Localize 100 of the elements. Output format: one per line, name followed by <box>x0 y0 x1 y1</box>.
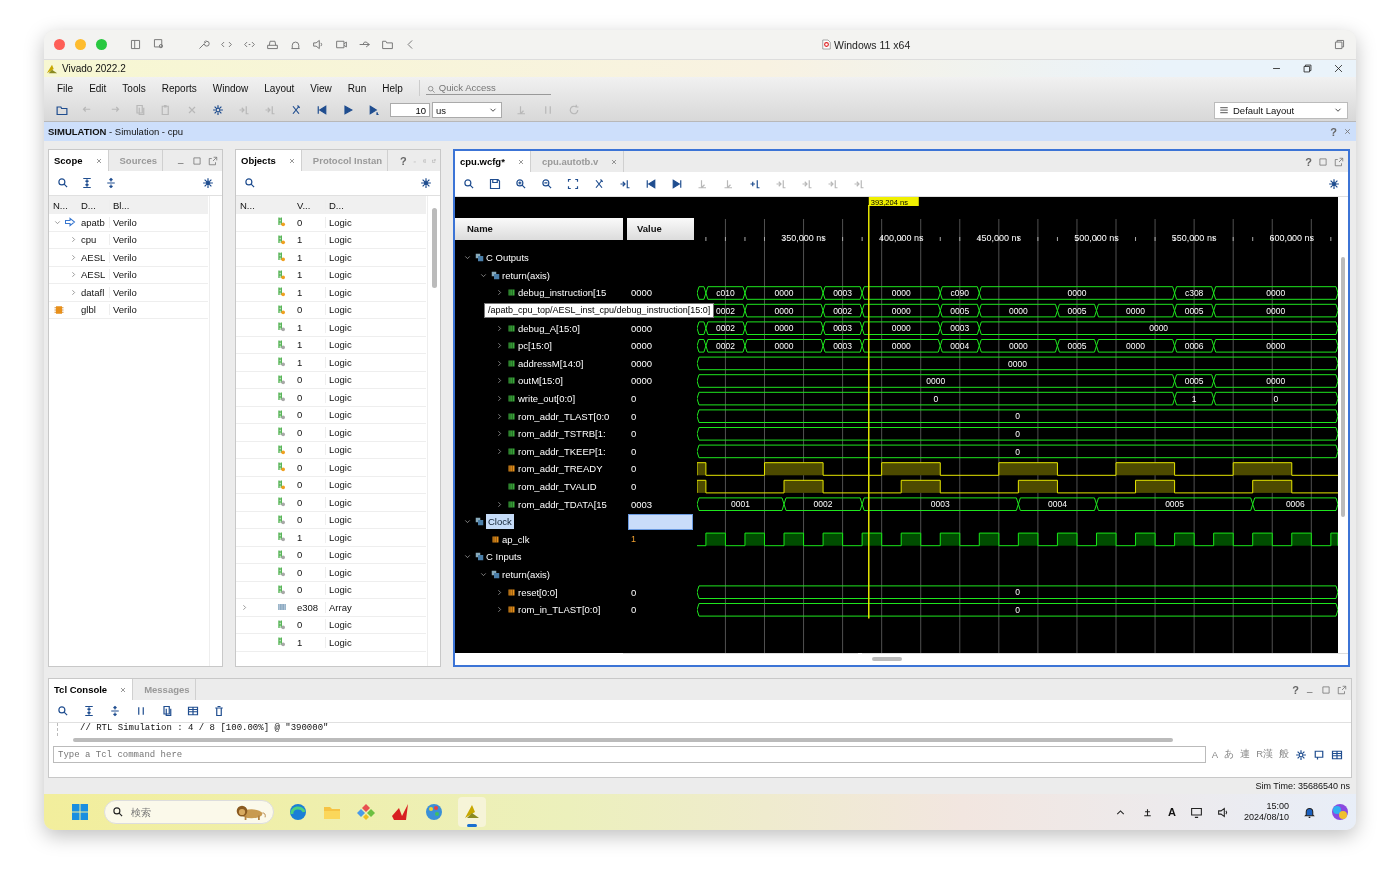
close-button[interactable] <box>54 39 65 50</box>
snapshot-icon[interactable] <box>152 38 165 51</box>
run-time-field[interactable]: 10 <box>390 103 430 117</box>
active-app-icon[interactable] <box>458 797 486 827</box>
restore-icon[interactable] <box>1333 38 1346 51</box>
column-header[interactable]: Value <box>627 218 694 240</box>
fit-icon[interactable] <box>567 178 579 190</box>
signal-name[interactable]: reset[0:0] <box>518 586 558 598</box>
close-icon[interactable] <box>1333 63 1344 74</box>
speaker-icon[interactable] <box>1216 805 1230 819</box>
ime-toolbar-item[interactable]: 連 <box>1240 748 1251 761</box>
menu-item[interactable]: Reports <box>161 82 197 94</box>
chevron-icon[interactable] <box>495 429 504 439</box>
signal-name[interactable]: rom_addr_TVALID <box>518 481 597 492</box>
expand-icon[interactable] <box>105 177 117 189</box>
maximize-icon[interactable] <box>1321 684 1331 695</box>
signal-name[interactable]: rom_addr_TREADY <box>518 463 603 475</box>
bell-icon[interactable] <box>1303 805 1316 819</box>
maximize-icon[interactable] <box>192 155 202 166</box>
play-step-icon[interactable] <box>368 104 380 116</box>
column-header[interactable]: N... <box>236 199 294 211</box>
settings-icon[interactable] <box>202 177 214 189</box>
design-unit[interactable]: apatb <box>78 216 109 228</box>
pause-icon[interactable] <box>135 705 147 717</box>
design-unit[interactable]: AESL <box>78 251 109 263</box>
settings-icon[interactable] <box>1328 178 1340 190</box>
scrollbar[interactable] <box>427 196 440 666</box>
help-button[interactable]: ? <box>1330 125 1337 138</box>
expand-icon[interactable] <box>109 705 121 717</box>
column-header[interactable]: D... <box>78 199 109 211</box>
signal-name[interactable]: rom_addr_TSTRB[1: <box>518 428 606 440</box>
chevron-icon[interactable] <box>495 411 504 421</box>
sidebar-icon[interactable] <box>129 38 142 51</box>
play-icon[interactable] <box>342 104 354 116</box>
column-header[interactable]: Bl... <box>109 199 145 211</box>
wrench-icon[interactable] <box>197 38 210 51</box>
chevron-icon[interactable] <box>495 605 504 615</box>
chevron-icon[interactable] <box>69 287 78 297</box>
chevron-icon[interactable] <box>495 288 504 298</box>
chevron-icon[interactable] <box>69 252 78 262</box>
signal-name[interactable]: rom_addr_TKEEP[1: <box>518 445 606 457</box>
bird-icon[interactable] <box>390 802 410 822</box>
scrollbar[interactable] <box>862 653 1348 664</box>
clock-time[interactable]: 15:00 <box>1266 801 1289 812</box>
skip-back-icon[interactable] <box>645 178 657 190</box>
help-button[interactable]: ? <box>1305 155 1312 168</box>
ime-toolbar-item[interactable]: あ <box>1224 748 1235 761</box>
panel-tab[interactable]: Objects <box>236 150 302 171</box>
gear-icon[interactable] <box>1295 748 1307 761</box>
menu-item[interactable]: Help <box>382 82 403 94</box>
popout-icon[interactable] <box>208 155 218 166</box>
signal-name[interactable]: debug_instruction[15 <box>518 287 607 299</box>
assistant-icon[interactable] <box>1330 802 1350 822</box>
panel-tab[interactable]: Tcl Console <box>49 679 134 700</box>
folder-icon[interactable] <box>56 104 68 116</box>
time-unit-select[interactable]: us <box>432 102 502 118</box>
menu-item[interactable]: Tools <box>122 82 146 94</box>
search-icon[interactable] <box>57 705 69 717</box>
column-header[interactable]: V... <box>294 199 325 211</box>
ime-toolbar-item[interactable]: A <box>1211 749 1219 760</box>
settings-icon[interactable] <box>420 177 432 189</box>
chevron-icon[interactable] <box>69 270 78 280</box>
menu-item[interactable]: File <box>57 82 74 94</box>
monitor-icon[interactable] <box>1189 805 1203 819</box>
signal-name[interactable]: debug_A[15:0] <box>518 322 580 334</box>
menu-item[interactable]: Window <box>212 82 249 94</box>
cursor-line[interactable] <box>868 204 870 620</box>
design-unit[interactable]: datafl <box>78 286 109 298</box>
column-header[interactable]: N... <box>49 199 78 211</box>
signal-name[interactable]: rom_in_TLAST[0:0] <box>518 604 601 616</box>
layout-select[interactable]: Default Layout <box>1214 101 1348 119</box>
camera-icon[interactable] <box>335 38 348 51</box>
signal-name[interactable]: rom_addr_TLAST[0:0 <box>518 410 610 422</box>
menu-item[interactable]: Layout <box>264 82 295 94</box>
signal-name[interactable]: rom_addr_TDATA[15 <box>518 498 607 510</box>
help-button[interactable]: ? <box>400 154 407 167</box>
taskbar-search-field[interactable]: 検索 <box>104 800 274 824</box>
folder-icon[interactable] <box>381 38 394 51</box>
design-unit[interactable]: glbl <box>78 304 109 316</box>
menu-item[interactable]: Edit <box>89 82 107 94</box>
trash-icon[interactable] <box>213 705 225 717</box>
browser-icon[interactable] <box>288 802 308 822</box>
drive-icon[interactable] <box>266 38 279 51</box>
signal-name[interactable]: outM[15:0] <box>518 375 563 387</box>
popout-icon[interactable] <box>1337 684 1347 695</box>
cross-icon[interactable] <box>290 104 302 116</box>
chevron-icon[interactable] <box>495 394 504 404</box>
search-icon[interactable] <box>244 177 256 189</box>
zoom-out-icon[interactable] <box>541 178 553 190</box>
signal-name[interactable]: C Outputs <box>486 252 529 264</box>
signal-name[interactable]: ap_clk <box>502 533 530 545</box>
zoom-in-icon[interactable] <box>515 178 527 190</box>
menu-item[interactable]: View <box>310 82 332 94</box>
column-header[interactable]: Name <box>455 218 623 240</box>
add-marker-icon[interactable] <box>749 178 761 190</box>
signal-name[interactable]: return(axis) <box>502 569 551 580</box>
panel-tab[interactable]: Scope <box>49 150 109 171</box>
chevron-icon[interactable] <box>495 323 504 333</box>
popout-icon[interactable] <box>1334 156 1344 167</box>
chat-icon[interactable] <box>1313 748 1325 761</box>
